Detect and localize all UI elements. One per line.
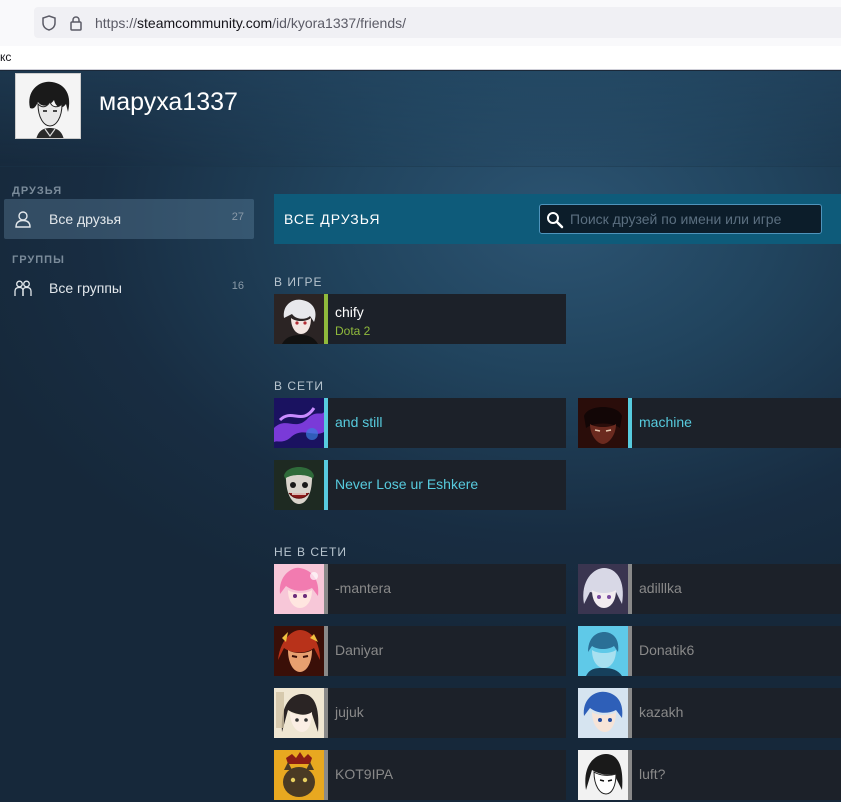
sidebar-item-all-friends[interactable]: Все друзья 27 [4, 199, 254, 239]
manga-avatar-icon [274, 688, 324, 738]
friend-avatar [578, 626, 628, 676]
friend-avatar [274, 688, 324, 738]
fire-avatar-icon [274, 626, 324, 676]
status-indicator [628, 398, 632, 448]
friend-name: luft? [639, 766, 666, 782]
status-indicator [324, 294, 328, 344]
friend-avatar [274, 564, 324, 614]
pink-anime-avatar-icon [274, 564, 324, 614]
url-path: /id/kyora1337/friends/ [272, 15, 406, 31]
friend-tile[interactable]: KOT9IPA [274, 750, 566, 800]
friend-search-input[interactable] [570, 209, 815, 229]
person-icon [15, 211, 31, 228]
friend-avatar [274, 294, 324, 344]
friend-tile[interactable]: adilllka [578, 564, 841, 614]
status-indicator [324, 460, 328, 510]
page-title: ВСЕ ДРУЗЬЯ [284, 211, 381, 227]
group-icon [14, 280, 32, 296]
anime-avatar-icon [274, 294, 324, 344]
friend-name: KOT9IPA [335, 766, 394, 782]
url-scheme: https:// [95, 15, 138, 31]
friend-avatar [578, 750, 628, 800]
friend-tile[interactable]: machine [578, 398, 841, 448]
sidebar-item-count: 16 [231, 280, 244, 292]
friend-tile[interactable]: luft? [578, 750, 841, 800]
friend-tile[interactable]: -mantera [274, 564, 566, 614]
section-heading-online: В СЕТИ [274, 379, 324, 393]
friend-tile[interactable]: Never Lose ur Eshkere [274, 460, 566, 510]
sidebar-item-label: Все группы [49, 280, 122, 296]
warrior-avatar-icon [578, 398, 628, 448]
sidebar-heading-friends: ДРУЗЬЯ [12, 185, 63, 197]
profile-avatar[interactable] [15, 73, 81, 139]
friend-avatar [578, 688, 628, 738]
friend-avatar [578, 564, 628, 614]
avatar-portrait-icon [16, 74, 80, 138]
status-indicator [324, 750, 328, 800]
friend-tile[interactable]: Daniyar [274, 626, 566, 676]
status-indicator [324, 564, 328, 614]
friend-search-box[interactable] [539, 204, 822, 234]
friend-tile[interactable]: kazakh [578, 688, 841, 738]
lock-icon[interactable] [68, 15, 84, 31]
url-host: steamcommunity.com [137, 15, 273, 31]
bookmark-item[interactable]: кс [0, 50, 11, 64]
sidebar-heading-groups: ГРУППЫ [12, 254, 65, 266]
bookmarks-bar: кс [0, 46, 841, 70]
friend-tile[interactable]: Donatik6 [578, 626, 841, 676]
friend-name: jujuk [335, 704, 364, 720]
friend-name: -mantera [335, 580, 392, 596]
friend-avatar [274, 460, 324, 510]
friend-name: machine [639, 414, 692, 430]
friend-name: Daniyar [335, 642, 384, 658]
sidebar-item-all-groups[interactable]: Все группы 16 [4, 268, 254, 308]
monochrome-avatar-icon [578, 750, 628, 800]
joker-avatar-icon [274, 460, 324, 510]
cat-avatar-icon [274, 750, 324, 800]
friend-tile[interactable]: jujuk [274, 688, 566, 738]
status-indicator [628, 688, 632, 738]
status-indicator [628, 750, 632, 800]
status-indicator [628, 564, 632, 614]
section-heading-ingame: В ИГРЕ [274, 275, 323, 289]
friend-name: chify [335, 304, 364, 320]
friend-avatar [274, 750, 324, 800]
friends-title-bar: ВСЕ ДРУЗЬЯ [274, 194, 841, 244]
friend-name: and still [335, 414, 383, 430]
search-icon [547, 212, 564, 229]
blue-hair-avatar-icon [578, 688, 628, 738]
friends-page: маруха1337 ДРУЗЬЯ Все друзья 27 ГРУППЫ В… [0, 71, 841, 802]
status-indicator [628, 626, 632, 676]
status-indicator [324, 398, 328, 448]
section-heading-offline: НЕ В СЕТИ [274, 545, 347, 559]
status-indicator [324, 626, 328, 676]
friend-avatar [274, 626, 324, 676]
url-text[interactable]: https://steamcommunity.com/id/kyora1337/… [95, 15, 406, 31]
sidebar-item-label: Все друзья [49, 211, 122, 227]
friend-avatar [578, 398, 628, 448]
silver-anime-avatar-icon [578, 564, 628, 614]
profile-header [0, 71, 841, 167]
friend-name: Donatik6 [639, 642, 695, 658]
profile-username: маруха1337 [99, 88, 238, 116]
friend-name: adilllka [639, 580, 682, 596]
friend-game: Dota 2 [335, 324, 371, 338]
friend-name: kazakh [639, 704, 684, 720]
blue-avatar-icon [578, 626, 628, 676]
friend-tile[interactable]: chify Dota 2 [274, 294, 566, 344]
shield-icon[interactable] [41, 15, 57, 31]
friend-tile[interactable]: and still [274, 398, 566, 448]
browser-toolbar: https://steamcommunity.com/id/kyora1337/… [0, 0, 841, 46]
sidebar-item-count: 27 [231, 211, 244, 223]
friend-name: Never Lose ur Eshkere [335, 476, 479, 492]
friend-avatar [274, 398, 324, 448]
address-bar[interactable]: https://steamcommunity.com/id/kyora1337/… [34, 7, 841, 38]
status-indicator [324, 688, 328, 738]
abstract-avatar-icon [274, 398, 324, 448]
